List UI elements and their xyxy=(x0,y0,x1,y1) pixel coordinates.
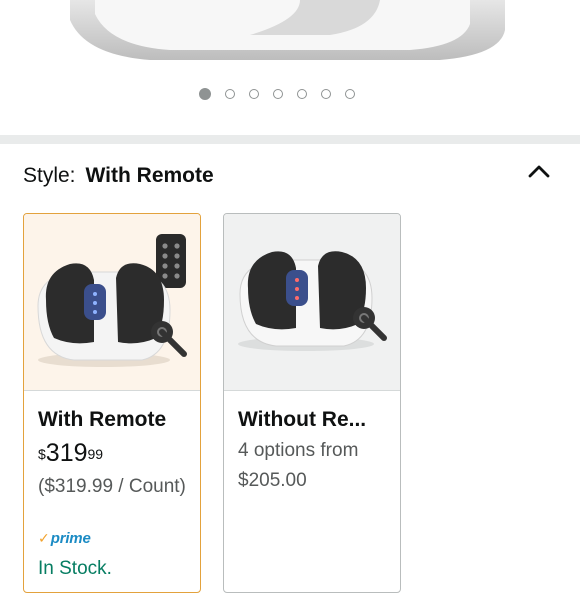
prime-check-icon: ✓ xyxy=(38,529,50,546)
carousel-dot[interactable] xyxy=(199,88,211,100)
card-separator xyxy=(24,390,200,391)
section-divider xyxy=(0,135,580,144)
option-name: Without Re... xyxy=(238,408,367,431)
option-image xyxy=(224,214,400,390)
carousel-dot[interactable] xyxy=(345,89,355,99)
carousel-dot[interactable] xyxy=(225,89,235,99)
prime-badge: ✓ prime xyxy=(38,529,91,547)
foot-massager-with-remote-image xyxy=(37,234,187,367)
style-option-without-remote[interactable]: Without Re... 4 options from $205.00 xyxy=(223,213,401,593)
price-fraction: 99 xyxy=(87,446,104,462)
carousel-dot[interactable] xyxy=(321,89,331,99)
style-option-with-remote[interactable]: With Remote $31999 ($319.99 / Count) ✓ pr… xyxy=(23,213,201,593)
option-name: With Remote xyxy=(38,408,167,431)
carousel-dot[interactable] xyxy=(273,89,283,99)
unit-price: ($319.99 / Count) xyxy=(38,476,186,497)
style-label: Style: xyxy=(23,164,76,187)
product-image xyxy=(70,0,505,60)
option-price: $31999 xyxy=(38,439,103,471)
carousel-dot[interactable] xyxy=(297,89,307,99)
prime-label: prime xyxy=(50,529,91,547)
options-count-text: 4 options from xyxy=(238,440,359,461)
option-image xyxy=(24,214,200,390)
product-image-carousel[interactable] xyxy=(0,0,580,80)
carousel-dot[interactable] xyxy=(249,89,259,99)
option-availability: 4 options from $205.00 xyxy=(238,436,358,496)
style-header[interactable]: Style: With Remote xyxy=(23,160,214,192)
style-selected-value: With Remote xyxy=(85,164,214,187)
chevron-up-icon[interactable] xyxy=(526,160,552,182)
stock-status: In Stock. xyxy=(38,558,112,579)
price-symbol: $ xyxy=(38,446,46,462)
foot-massager-without-remote-image xyxy=(238,251,387,351)
card-separator xyxy=(224,390,400,391)
price-whole: 319 xyxy=(45,439,88,467)
carousel-pagination xyxy=(199,88,355,105)
options-from-price: $205.00 xyxy=(238,470,307,491)
